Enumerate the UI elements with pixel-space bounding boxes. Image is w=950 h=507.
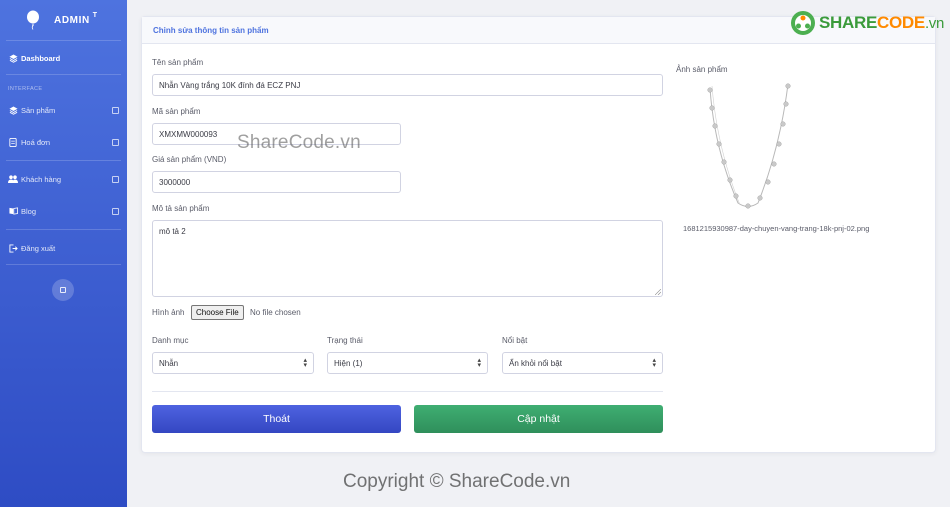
image-label: Hình ảnh <box>152 308 185 317</box>
product-description-label: Mô tả sản phẩm <box>152 204 210 213</box>
sidebar-item-label: Hoá đơn <box>21 137 51 147</box>
select-arrows-icon: ▴ ▾ <box>303 357 307 369</box>
expand-icon <box>112 106 119 114</box>
category-selected: Nhẫn <box>159 358 179 368</box>
status-label: Trạng thái <box>327 336 363 345</box>
toggle-icon <box>60 287 66 293</box>
sidebar-item-invoices[interactable]: Hoá đơn <box>0 126 127 158</box>
description-text: mô tả 2 <box>159 227 186 236</box>
product-image-necklace <box>707 83 791 209</box>
status-select[interactable]: Hiện (1) ▴ ▾ <box>327 352 488 374</box>
layers-icon <box>8 105 18 115</box>
sidebar-item-label: Dashboard <box>21 53 61 63</box>
product-description-textarea[interactable]: mô tả 2 <box>152 220 663 297</box>
sharecode-logo: SHARECODE.vn <box>790 10 944 36</box>
featured-selected: Ẩn khỏi nổi bật <box>509 358 562 368</box>
featured-select[interactable]: Ẩn khỏi nổi bật ▴ ▾ <box>502 352 663 374</box>
book-icon <box>8 206 18 216</box>
sharecode-logo-icon <box>791 11 815 35</box>
sidebar-divider <box>6 40 121 41</box>
sidebar-item-label: Blog <box>21 206 37 216</box>
watermark-center: ShareCode.vn <box>237 132 361 153</box>
choose-file-button[interactable]: Choose File <box>191 305 244 320</box>
category-select[interactable]: Nhẫn ▴ ▾ <box>152 352 314 374</box>
brand-text: ADMIN <box>54 14 90 26</box>
sidebar-divider <box>6 160 121 161</box>
sidebar-item-label: Khách hàng <box>21 174 62 184</box>
product-image-filename: 1681215930987-day-chuyen-vang-trang-18k-… <box>683 224 870 233</box>
select-arrows-icon: ▴ ▾ <box>477 357 481 369</box>
logo-share: SHARE <box>819 13 878 32</box>
sidebar-toggle-button[interactable] <box>52 279 74 301</box>
sidebar-divider <box>6 264 121 265</box>
sidebar-item-products[interactable]: Sản phẩm <box>0 94 127 126</box>
expand-icon <box>112 175 119 183</box>
logo-vn: .vn <box>924 15 945 32</box>
sign-out-icon <box>8 243 18 253</box>
sidebar: ADMIN T Dashboard INTERFACE Sản phẩm Hoá… <box>0 0 127 507</box>
sidebar-item-customers[interactable]: Khách hàng <box>0 163 127 195</box>
sidebar-divider <box>6 229 121 230</box>
logo-code: CODE <box>877 13 925 32</box>
balloon-icon <box>27 10 39 30</box>
status-selected: Hiện (1) <box>334 358 363 368</box>
product-name-label: Tên sản phẩm <box>152 58 204 67</box>
sidebar-item-label: Sản phẩm <box>21 105 56 115</box>
file-status-text: No file chosen <box>250 308 301 317</box>
sharecode-logo-text: SHARECODE.vn <box>819 13 944 33</box>
sidebar-brand[interactable]: ADMIN T <box>0 0 127 40</box>
sidebar-item-label: Đăng xuất <box>21 243 56 253</box>
users-icon <box>8 174 18 184</box>
watermark-copyright: Copyright © ShareCode.vn <box>343 471 571 492</box>
category-label: Danh mục <box>152 336 189 345</box>
card-title: Chỉnh sửa thông tin sản phẩm <box>153 25 269 35</box>
sidebar-heading: INTERFACE <box>8 86 43 92</box>
exit-button[interactable]: Thoát <box>152 405 401 433</box>
select-arrows-icon: ▴ ▾ <box>652 357 656 369</box>
featured-label: Nổi bật <box>502 336 528 345</box>
sidebar-item-logout[interactable]: Đăng xuất <box>0 232 127 264</box>
product-image-label: Ảnh sản phẩm <box>676 65 728 74</box>
product-price-label: Giá sản phẩm (VND) <box>152 155 227 164</box>
sidebar-divider <box>6 74 121 75</box>
expand-icon <box>112 207 119 215</box>
expand-icon <box>112 138 119 146</box>
product-price-input[interactable]: 3000000 <box>152 171 401 193</box>
product-code-label: Mã sản phẩm <box>152 107 201 116</box>
document-icon <box>8 137 18 147</box>
update-button[interactable]: Cập nhật <box>414 405 663 433</box>
sidebar-item-dashboard[interactable]: Dashboard <box>0 42 127 74</box>
sidebar-item-blog[interactable]: Blog <box>0 195 127 227</box>
brand-superscript: T <box>92 11 98 19</box>
product-name-input[interactable]: Nhẫn Vàng trắng 10K đính đá ECZ PNJ <box>152 74 663 96</box>
resize-handle-icon[interactable] <box>655 289 661 295</box>
layers-icon <box>8 53 18 63</box>
form-divider <box>152 391 663 392</box>
